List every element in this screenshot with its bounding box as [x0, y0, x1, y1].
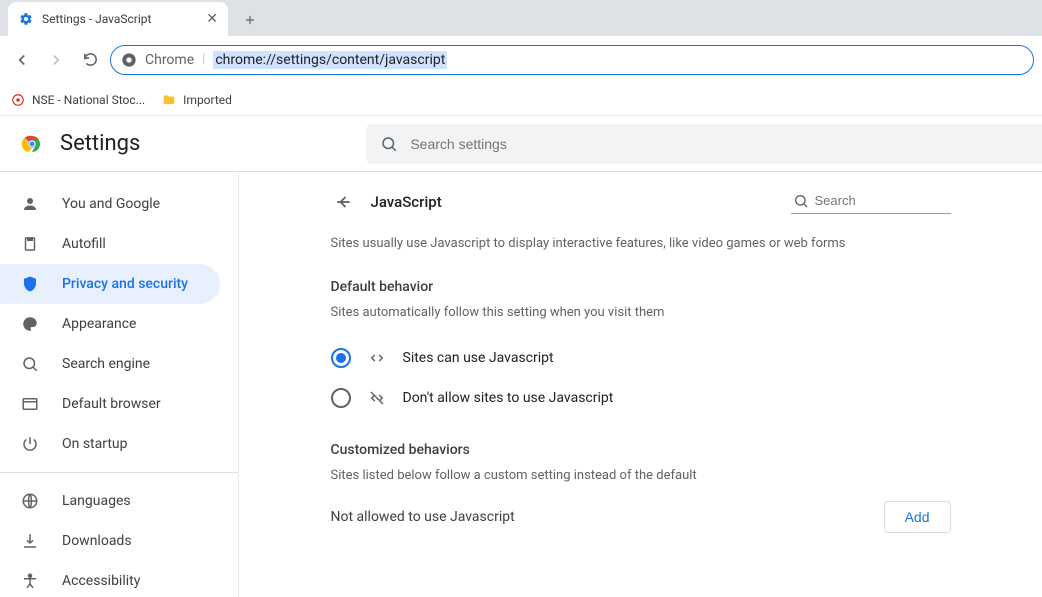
- omnibox-prefix: Chrome: [145, 52, 194, 68]
- back-button[interactable]: [8, 46, 36, 74]
- globe-icon: [20, 491, 40, 511]
- option-label: Don't allow sites to use Javascript: [403, 390, 614, 406]
- folder-icon: [161, 92, 177, 108]
- palette-icon: [20, 314, 40, 334]
- customized-heading: Customized behaviors: [331, 442, 951, 458]
- reload-button[interactable]: [76, 46, 104, 74]
- person-icon: [20, 194, 40, 214]
- gear-icon: [18, 11, 34, 27]
- not-allowed-label: Not allowed to use Javascript: [331, 509, 515, 525]
- sidebar-item-label: Accessibility: [62, 573, 140, 589]
- customized-sub: Sites listed below follow a custom setti…: [331, 468, 951, 483]
- download-icon: [20, 531, 40, 551]
- option-label: Sites can use Javascript: [403, 350, 554, 366]
- browser-icon: [20, 394, 40, 414]
- settings-search[interactable]: [366, 124, 1042, 164]
- browser-chrome: Settings - JavaScript ✕ Chrome | chrome:…: [0, 0, 1042, 84]
- bookmark-icon: [10, 92, 26, 108]
- sidebar-item-on-startup[interactable]: On startup: [0, 424, 220, 464]
- sidebar-item-search-engine[interactable]: Search engine: [0, 344, 220, 384]
- sidebar-item-label: Downloads: [62, 533, 132, 549]
- sidebar-item-label: Default browser: [62, 396, 161, 412]
- bookmark-label: Imported: [183, 93, 232, 107]
- sidebar-item-label: On startup: [62, 436, 128, 452]
- chrome-logo: [20, 132, 44, 156]
- settings-header: Settings: [0, 116, 1042, 172]
- close-icon[interactable]: ✕: [206, 11, 218, 27]
- sidebar-item-default-browser[interactable]: Default browser: [0, 384, 220, 424]
- sidebar-item-accessibility[interactable]: Accessibility: [0, 561, 220, 597]
- bookmark-label: NSE - National Stoc...: [32, 93, 145, 107]
- sidebar-item-label: Privacy and security: [62, 276, 188, 292]
- sidebar-item-languages[interactable]: Languages: [0, 481, 220, 521]
- page-title: Settings: [60, 131, 140, 156]
- sidebar-item-label: Autofill: [62, 236, 106, 252]
- option-allow-javascript[interactable]: Sites can use Javascript: [331, 338, 951, 378]
- sidebar-item-label: Appearance: [62, 316, 136, 332]
- radio-checked[interactable]: [331, 348, 351, 368]
- search-icon: [20, 354, 40, 374]
- content-title: JavaScript: [371, 193, 442, 211]
- chrome-icon: [121, 52, 137, 68]
- content-back-button[interactable]: [331, 190, 355, 214]
- sidebar-item-downloads[interactable]: Downloads: [0, 521, 220, 561]
- clipboard-icon: [20, 234, 40, 254]
- bookmark-imported[interactable]: Imported: [161, 92, 232, 108]
- bookmarks-bar: NSE - National Stoc... Imported: [0, 84, 1042, 116]
- sidebar-item-appearance[interactable]: Appearance: [0, 304, 220, 344]
- tab-strip: Settings - JavaScript ✕: [0, 0, 1042, 36]
- content-search-input[interactable]: [815, 193, 991, 208]
- code-off-icon: [367, 388, 387, 408]
- power-icon: [20, 434, 40, 454]
- sidebar: You and Google Autofill Privacy and secu…: [0, 172, 238, 597]
- settings-search-input[interactable]: [410, 136, 1032, 152]
- content: JavaScript Sites usually use Javascript …: [311, 172, 971, 597]
- sidebar-item-you-and-google[interactable]: You and Google: [0, 184, 220, 224]
- shield-icon: [20, 274, 40, 294]
- search-icon: [793, 193, 809, 209]
- divider: [0, 472, 238, 473]
- forward-button[interactable]: [42, 46, 70, 74]
- sidebar-item-autofill[interactable]: Autofill: [0, 224, 220, 264]
- browser-tab[interactable]: Settings - JavaScript ✕: [8, 2, 228, 36]
- add-button[interactable]: Add: [884, 501, 951, 533]
- toolbar: Chrome | chrome://settings/content/javas…: [0, 36, 1042, 84]
- omnibox-url: chrome://settings/content/javascript: [213, 51, 447, 69]
- search-icon: [380, 135, 398, 153]
- content-description: Sites usually use Javascript to display …: [331, 236, 951, 251]
- bookmark-nse[interactable]: NSE - National Stoc...: [10, 92, 145, 108]
- sidebar-item-label: You and Google: [62, 196, 160, 212]
- sidebar-item-privacy[interactable]: Privacy and security: [0, 264, 220, 304]
- address-bar[interactable]: Chrome | chrome://settings/content/javas…: [110, 45, 1034, 75]
- content-search[interactable]: [791, 191, 951, 214]
- option-block-javascript[interactable]: Don't allow sites to use Javascript: [331, 378, 951, 418]
- radio-unchecked[interactable]: [331, 388, 351, 408]
- default-behavior-sub: Sites automatically follow this setting …: [331, 305, 951, 320]
- sidebar-item-label: Search engine: [62, 356, 150, 372]
- tab-title: Settings - JavaScript: [42, 12, 151, 26]
- sidebar-item-label: Languages: [62, 493, 131, 509]
- new-tab-button[interactable]: [236, 6, 264, 34]
- default-behavior-heading: Default behavior: [331, 279, 951, 295]
- accessibility-icon: [20, 571, 40, 591]
- code-icon: [367, 348, 387, 368]
